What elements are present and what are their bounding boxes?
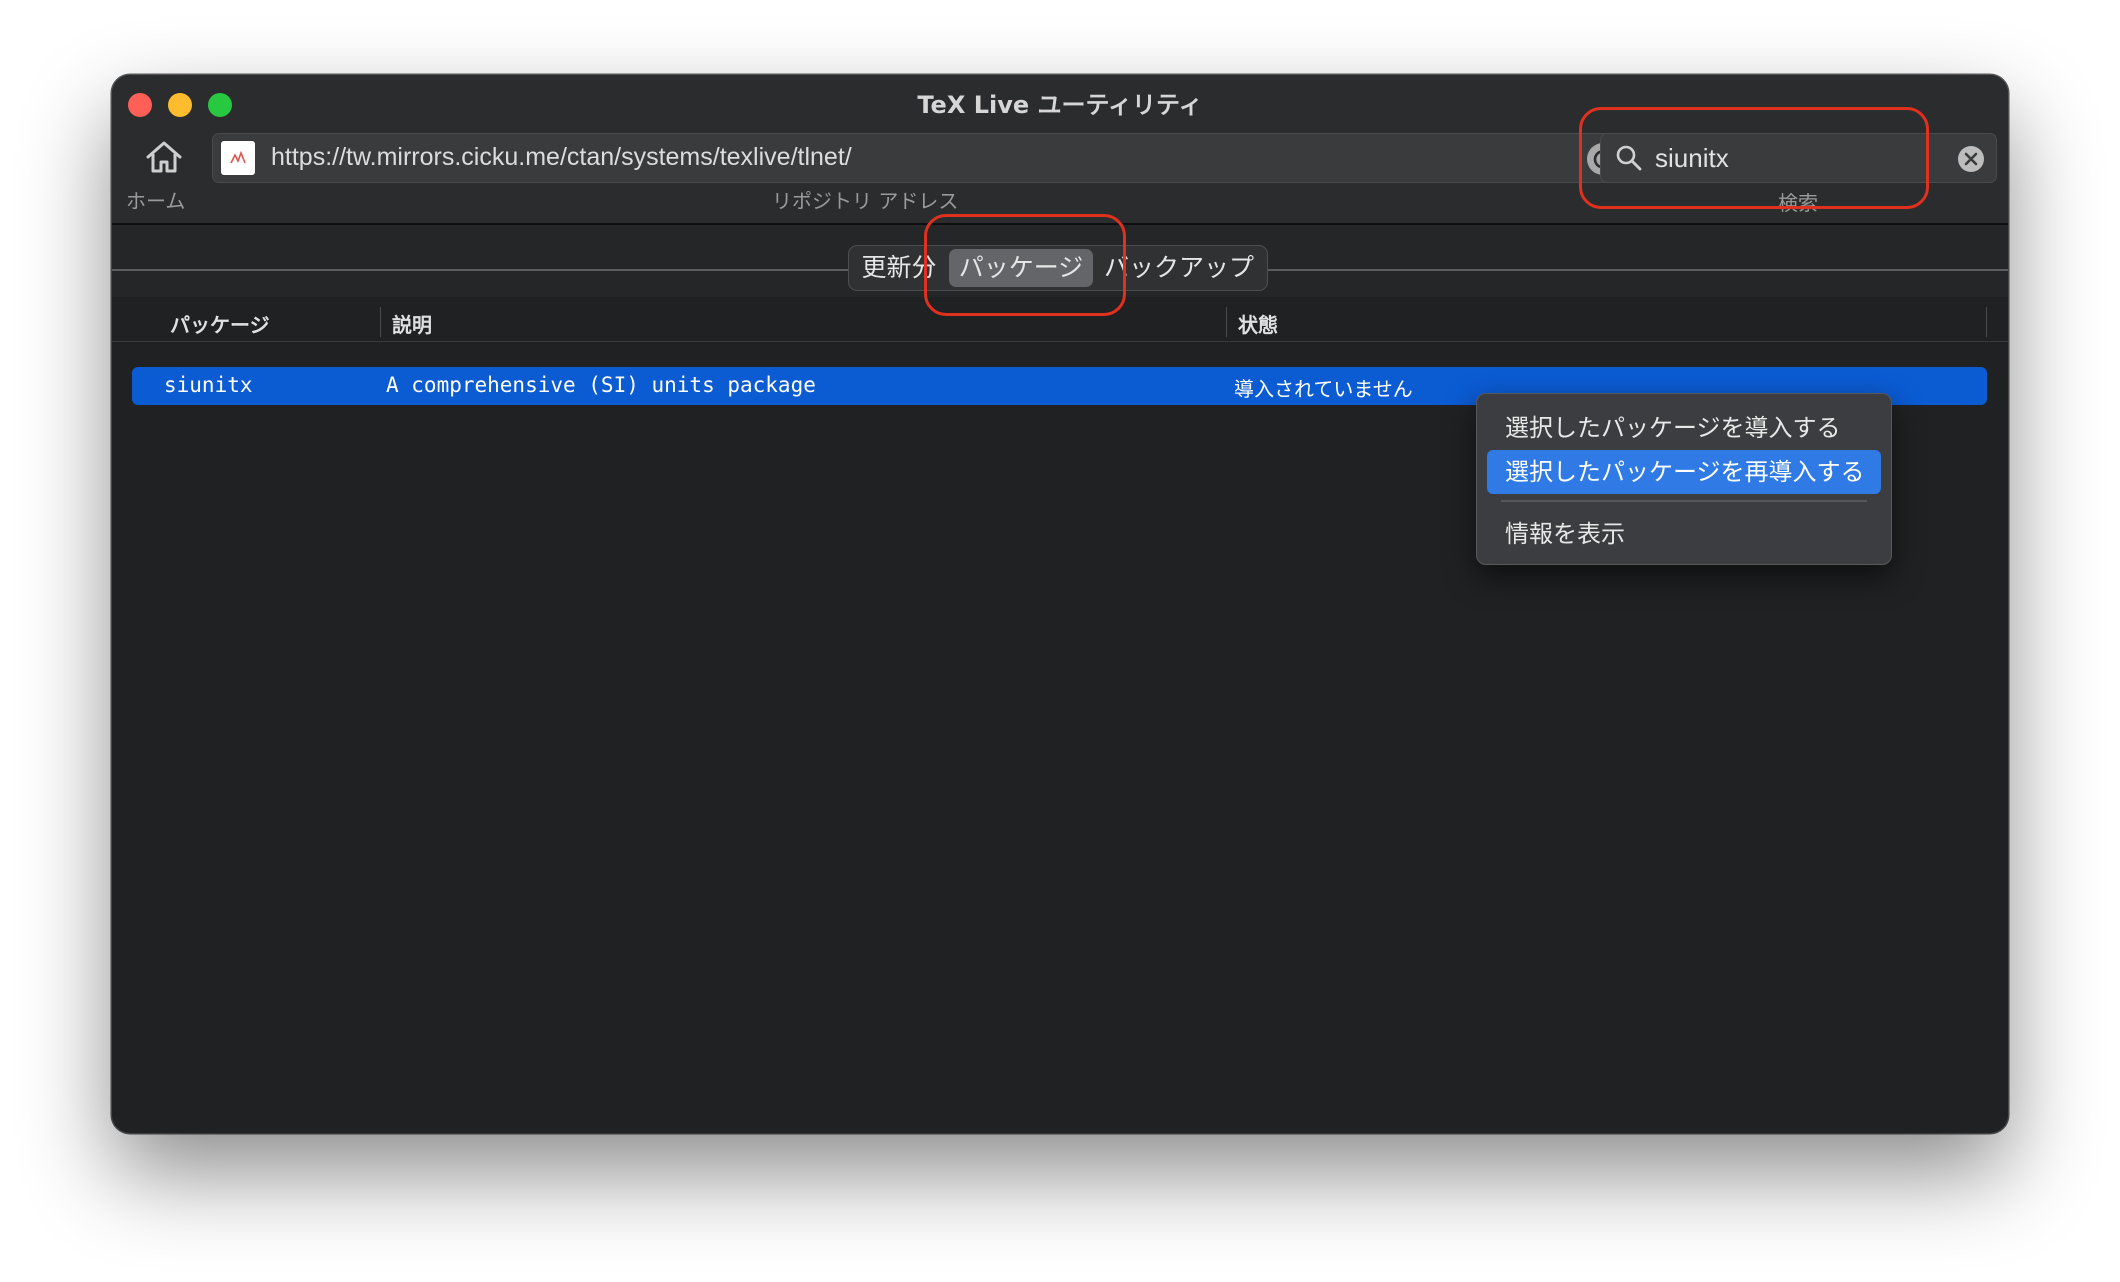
repository-address-field[interactable]: https://tw.mirrors.cicku.me/ctan/systems…: [212, 133, 1632, 183]
repository-address-label: リポジトリ アドレス: [772, 189, 959, 213]
menu-separator: [1501, 500, 1867, 502]
package-name-cell: siunitx: [164, 373, 253, 397]
description-cell: A comprehensive (SI) units package: [386, 373, 816, 397]
app-window: TeX Live ユーティリティ ホーム https://tw.mirrors.…: [112, 75, 2008, 1133]
column-header-status[interactable]: 状態: [1238, 309, 1278, 338]
home-icon: [146, 141, 182, 173]
clear-icon: [1964, 152, 1978, 166]
highlight-box-packages-tab: [924, 214, 1126, 316]
context-menu: 選択したパッケージを導入する 選択したパッケージを再導入する 情報を表示: [1476, 393, 1892, 565]
column-separator[interactable]: [380, 307, 381, 337]
home-button[interactable]: [142, 137, 186, 177]
menu-item-reinstall[interactable]: 選択したパッケージを再導入する: [1487, 450, 1881, 494]
address-url: https://tw.mirrors.cicku.me/ctan/systems…: [271, 143, 852, 171]
column-header-description[interactable]: 説明: [392, 309, 432, 338]
highlight-box-search: [1579, 107, 1929, 209]
column-header-package[interactable]: パッケージ: [170, 309, 270, 338]
favicon-icon: [221, 141, 255, 175]
column-separator[interactable]: [1226, 307, 1227, 337]
menu-item-install[interactable]: 選択したパッケージを導入する: [1487, 406, 1881, 450]
menu-item-show-info[interactable]: 情報を表示: [1487, 512, 1881, 556]
home-label: ホーム: [126, 189, 186, 213]
clear-search-button[interactable]: [1958, 146, 1984, 172]
status-cell: 導入されていません: [1234, 377, 1413, 401]
column-separator[interactable]: [1986, 307, 1987, 337]
